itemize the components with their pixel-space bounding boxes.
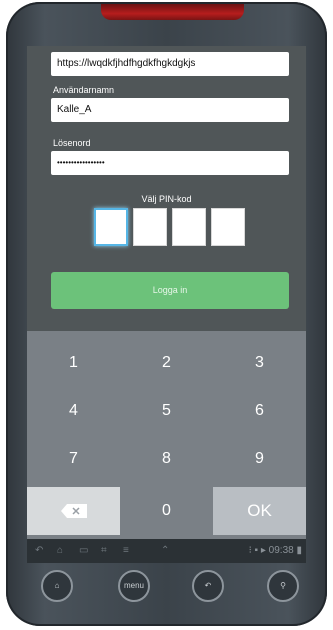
key-3[interactable]: 3 <box>213 339 306 387</box>
pin-label: Välj PIN-kod <box>141 194 192 204</box>
key-4[interactable]: 4 <box>27 387 120 435</box>
hardware-home-button[interactable]: ⌂ <box>41 570 73 602</box>
pin-digit-4[interactable] <box>211 208 245 246</box>
username-label: Användarnamn <box>53 85 115 95</box>
key-1[interactable]: 1 <box>27 339 120 387</box>
key-0[interactable]: 0 <box>120 487 213 535</box>
pin-digit-1[interactable] <box>94 208 128 246</box>
recents-nav-icon[interactable]: ▭ <box>79 545 88 557</box>
login-button[interactable]: Logga in <box>51 272 289 309</box>
server-url-field[interactable]: https://lwqdkfjhdfhgdkfhgkdgkjs <box>51 52 289 76</box>
back-nav-icon[interactable]: ↶ <box>35 545 43 557</box>
chevron-up-icon[interactable]: ⌃ <box>161 545 169 557</box>
hardware-back-button[interactable]: ↶ <box>192 570 224 602</box>
search-icon: ⚲ <box>280 581 286 590</box>
username-field[interactable]: Kalle_A <box>51 98 289 122</box>
hardware-search-button[interactable]: ⚲ <box>267 570 299 602</box>
menu-label: menu <box>123 581 144 590</box>
backspace-key[interactable] <box>27 487 120 535</box>
key-9[interactable]: 9 <box>213 435 306 483</box>
key-7[interactable]: 7 <box>27 435 120 483</box>
menu-nav-icon[interactable]: ≡ <box>123 545 129 557</box>
back-icon: ↶ <box>204 581 212 590</box>
ok-key[interactable]: OK <box>213 487 306 535</box>
hardware-menu-button[interactable]: menu <box>118 570 150 602</box>
key-2[interactable]: 2 <box>120 339 213 387</box>
screenshot-nav-icon[interactable]: ⌗ <box>101 545 107 557</box>
system-nav-bar: ↶ ⌂ ▭ ⌗ ≡ ⌃ ⁝ ▪ ▸ 09:38 ▮ <box>27 539 306 563</box>
status-time: 09:38 <box>268 545 294 556</box>
numeric-keypad: 1 2 3 4 5 6 7 8 9 0 OK <box>27 331 306 539</box>
key-8[interactable]: 8 <box>120 435 213 483</box>
password-field[interactable]: ••••••••••••••••• <box>51 151 289 175</box>
password-label: Lösenord <box>53 138 91 148</box>
phone-screen: https://lwqdkfjhdfhgdkfhgkdgkjs Användar… <box>27 46 306 563</box>
pin-digit-3[interactable] <box>172 208 206 246</box>
backspace-icon <box>61 504 87 518</box>
key-6[interactable]: 6 <box>213 387 306 435</box>
home-nav-icon[interactable]: ⌂ <box>57 545 63 557</box>
battery-icon: ▮ <box>296 545 302 556</box>
key-5[interactable]: 5 <box>120 387 213 435</box>
speaker-grille <box>101 4 244 20</box>
status-bar: ⁝ ▪ ▸ 09:38 ▮ <box>249 545 302 557</box>
pin-digit-2[interactable] <box>133 208 167 246</box>
home-icon: ⌂ <box>54 581 60 590</box>
signal-icon: ⁝ ▪ ▸ <box>248 545 269 556</box>
